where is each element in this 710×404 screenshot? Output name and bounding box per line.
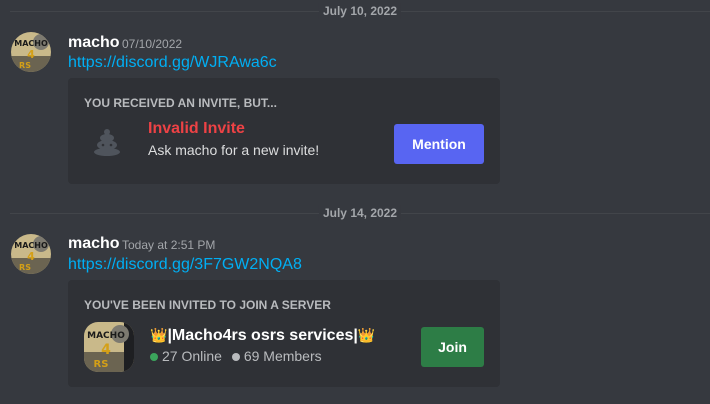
message-timestamp: Today at 2:51 PM: [122, 238, 216, 252]
server-icon-text-line1: MACHO: [87, 331, 125, 341]
date-divider: July 10, 2022: [10, 3, 710, 19]
server-name-text: |Macho4rs osrs services|: [167, 327, 358, 344]
invite-link[interactable]: https://discord.gg/3F7GW2NQA8: [68, 255, 302, 275]
member-count: 69 Members: [243, 348, 322, 364]
avatar-text-line1: MACHO: [14, 39, 48, 48]
message-username[interactable]: macho: [68, 234, 120, 254]
online-status-dot: [150, 352, 158, 361]
join-button[interactable]: Join: [421, 327, 484, 367]
server-invite-embed: YOU'VE BEEN INVITED TO JOIN A SERVER MAC…: [68, 280, 500, 387]
embed-header: YOU'VE BEEN INVITED TO JOIN A SERVER: [84, 298, 331, 312]
avatar[interactable]: MACHO 4 RS: [11, 32, 51, 72]
avatar-text-line2: 4: [27, 250, 35, 263]
server-icon-text-line2: 4: [101, 342, 111, 358]
avatar[interactable]: MACHO 4 RS: [11, 234, 51, 274]
invite-link[interactable]: https://discord.gg/WJRAwa6c: [68, 53, 277, 73]
avatar-text-line3: RS: [19, 61, 31, 70]
mention-button[interactable]: Mention: [394, 124, 484, 164]
sad-poop-icon: [92, 128, 122, 161]
server-icon: MACHO 4 RS: [84, 322, 134, 372]
invalid-invite-title: Invalid Invite: [148, 120, 245, 137]
date-divider: July 14, 2022: [10, 205, 710, 221]
invalid-invite-embed: YOU RECEIVED AN INVITE, BUT... Invalid I…: [68, 78, 500, 184]
avatar-text-line1: MACHO: [14, 241, 48, 250]
online-count: 27 Online: [162, 348, 222, 364]
server-stats: 27 Online 69 Members: [150, 347, 322, 365]
avatar-text-line3: RS: [19, 263, 31, 272]
server-icon-text-line3: RS: [94, 359, 109, 370]
avatar-image: MACHO 4 RS: [11, 32, 51, 72]
embed-header: YOU RECEIVED AN INVITE, BUT...: [84, 96, 277, 110]
date-divider-label: July 14, 2022: [318, 205, 402, 221]
date-divider-label: July 10, 2022: [318, 3, 402, 19]
crown-icon: 👑: [150, 327, 168, 343]
message-username[interactable]: macho: [68, 33, 120, 53]
invalid-invite-subtitle: Ask macho for a new invite!: [148, 142, 320, 158]
avatar-text-line2: 4: [27, 48, 35, 61]
avatar-image: MACHO 4 RS: [11, 234, 51, 274]
server-name[interactable]: 👑|Macho4rs osrs services|👑: [150, 325, 375, 346]
message-timestamp: 07/10/2022: [122, 37, 183, 51]
members-status-dot: [231, 352, 240, 361]
crown-icon: 👑: [357, 327, 376, 343]
